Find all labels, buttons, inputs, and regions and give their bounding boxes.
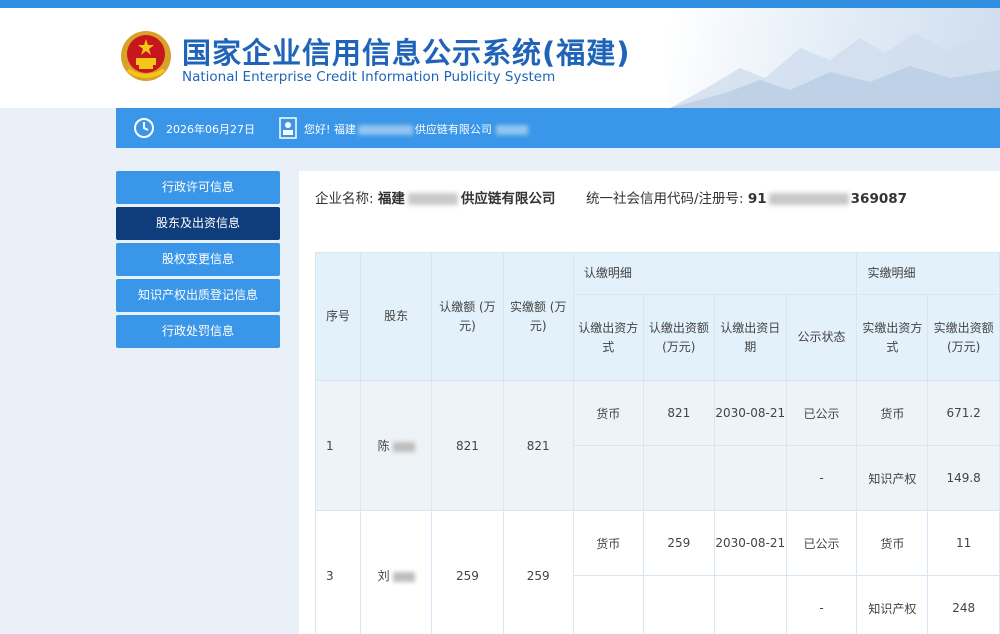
header-pub-status: 公示状态	[785, 294, 858, 381]
header-sub-method: 认缴出资方式	[572, 294, 644, 381]
cell-paid-method: 知识产权	[856, 445, 929, 511]
header-seq: 序号	[314, 252, 362, 381]
site-title: 国家企业信用信息公示系统(福建)	[182, 36, 631, 70]
cell-sub-amount: 821	[431, 380, 504, 511]
cell-paid-method: 货币	[856, 510, 929, 576]
cell-paid-amount: 821	[502, 380, 574, 511]
cell-paid-method: 知识产权	[856, 575, 929, 634]
cell-seq: 3	[314, 510, 362, 634]
cell-paid-amount: 259	[502, 510, 574, 634]
user-greeting: 您好! 福建 供应链有限公司	[304, 121, 528, 137]
greeting-company: 供应链有限公司	[414, 123, 492, 136]
cell-sub-method: 货币	[572, 380, 644, 446]
top-strip	[0, 0, 1000, 8]
credit-code-label: 统一社会信用代码/注册号:	[585, 191, 744, 207]
cell-sub-value: 259	[642, 510, 715, 576]
cell-sub-method	[572, 445, 644, 511]
cell-status: -	[785, 445, 858, 511]
header-holder: 股东	[360, 252, 433, 381]
nav-item-admin-penalty[interactable]: 行政处罚信息	[116, 315, 280, 348]
shareholder-table: 序号 股东 认缴额 (万元) 实缴额 (万元) 认缴明细 实缴明细 认缴出资方式…	[314, 252, 1000, 634]
header-sub-date: 认缴出资日期	[713, 294, 787, 381]
cell-status: -	[785, 575, 858, 634]
cell-sub-date	[713, 445, 787, 511]
cell-holder: 刘	[360, 510, 433, 634]
redacted-text	[357, 125, 413, 135]
cell-paid-value: 248	[927, 575, 1000, 634]
cell-status: 已公示	[785, 380, 858, 446]
nav-item-equity-change[interactable]: 股权变更信息	[116, 243, 280, 276]
header-sub-detail: 认缴明细	[572, 252, 858, 295]
company-name-value: 福建 供应链有限公司	[377, 191, 556, 207]
redacted-text	[768, 193, 849, 205]
cell-status: 已公示	[785, 510, 858, 576]
user-card-icon	[279, 117, 297, 139]
cell-sub-method	[572, 575, 644, 634]
nav-item-shareholders[interactable]: 股东及出资信息	[116, 207, 280, 240]
cell-sub-date	[713, 575, 787, 634]
cell-paid-value: 11	[927, 510, 1000, 576]
table-row: 1 陈 821 821 货币 821 2030-08-21 已公示 货币 671…	[314, 380, 1000, 511]
cell-sub-date: 2030-08-21	[713, 380, 787, 446]
redacted-text	[392, 571, 415, 582]
nav-item-ip-pledge[interactable]: 知识产权出质登记信息	[116, 279, 280, 312]
cell-sub-value	[642, 445, 715, 511]
clock-icon	[134, 118, 154, 138]
cell-seq: 1	[314, 380, 362, 511]
cell-sub-value: 821	[642, 380, 715, 446]
credit-code-value: 91 369087	[747, 191, 908, 207]
info-bar: 2026年06月27日 您好! 福建 供应链有限公司	[116, 108, 1000, 148]
redacted-text	[407, 193, 458, 205]
site-subtitle: National Enterprise Credit Information P…	[182, 69, 556, 85]
nav-item-admin-license[interactable]: 行政许可信息	[116, 171, 280, 204]
header-paid-method: 实缴出资方式	[856, 294, 929, 381]
national-emblem-icon	[121, 31, 171, 81]
redacted-text	[392, 441, 415, 452]
company-name-label: 企业名称:	[315, 191, 374, 207]
company-info-line: 企业名称: 福建 供应链有限公司 统一社会信用代码/注册号: 91 369087	[315, 187, 907, 207]
sidebar-nav: 行政许可信息 股东及出资信息 股权变更信息 知识产权出质登记信息 行政处罚信息	[116, 171, 280, 351]
cell-paid-value: 149.8	[927, 445, 1000, 511]
cell-holder: 陈	[360, 380, 433, 511]
cell-sub-value	[642, 575, 715, 634]
header-sub-amount: 认缴额 (万元)	[431, 252, 504, 381]
header-paid-detail: 实缴明细	[856, 252, 1000, 295]
site-header: 国家企业信用信息公示系统(福建) National Enterprise Cre…	[0, 8, 1000, 108]
cell-sub-amount: 259	[431, 510, 504, 634]
mountain-background	[670, 8, 1000, 108]
current-date: 2026年06月27日	[166, 123, 255, 136]
cell-paid-value: 671.2	[927, 380, 1000, 446]
redacted-text	[495, 125, 528, 135]
greeting-prefix: 您好! 福建	[304, 123, 356, 136]
cell-sub-method: 货币	[572, 510, 644, 576]
header-paid-amount: 实缴额 (万元)	[502, 252, 574, 381]
header-sub-value: 认缴出资额 (万元)	[642, 294, 715, 381]
main-panel: 企业名称: 福建 供应链有限公司 统一社会信用代码/注册号: 91 369087 序…	[299, 171, 1000, 634]
cell-sub-date: 2030-08-21	[713, 510, 787, 576]
cell-paid-method: 货币	[856, 380, 929, 446]
table-row: 3 刘 259 259 货币 259 2030-08-21 已公示 货币 11	[314, 510, 1000, 634]
header-paid-value: 实缴出资额 (万元)	[927, 294, 1000, 381]
